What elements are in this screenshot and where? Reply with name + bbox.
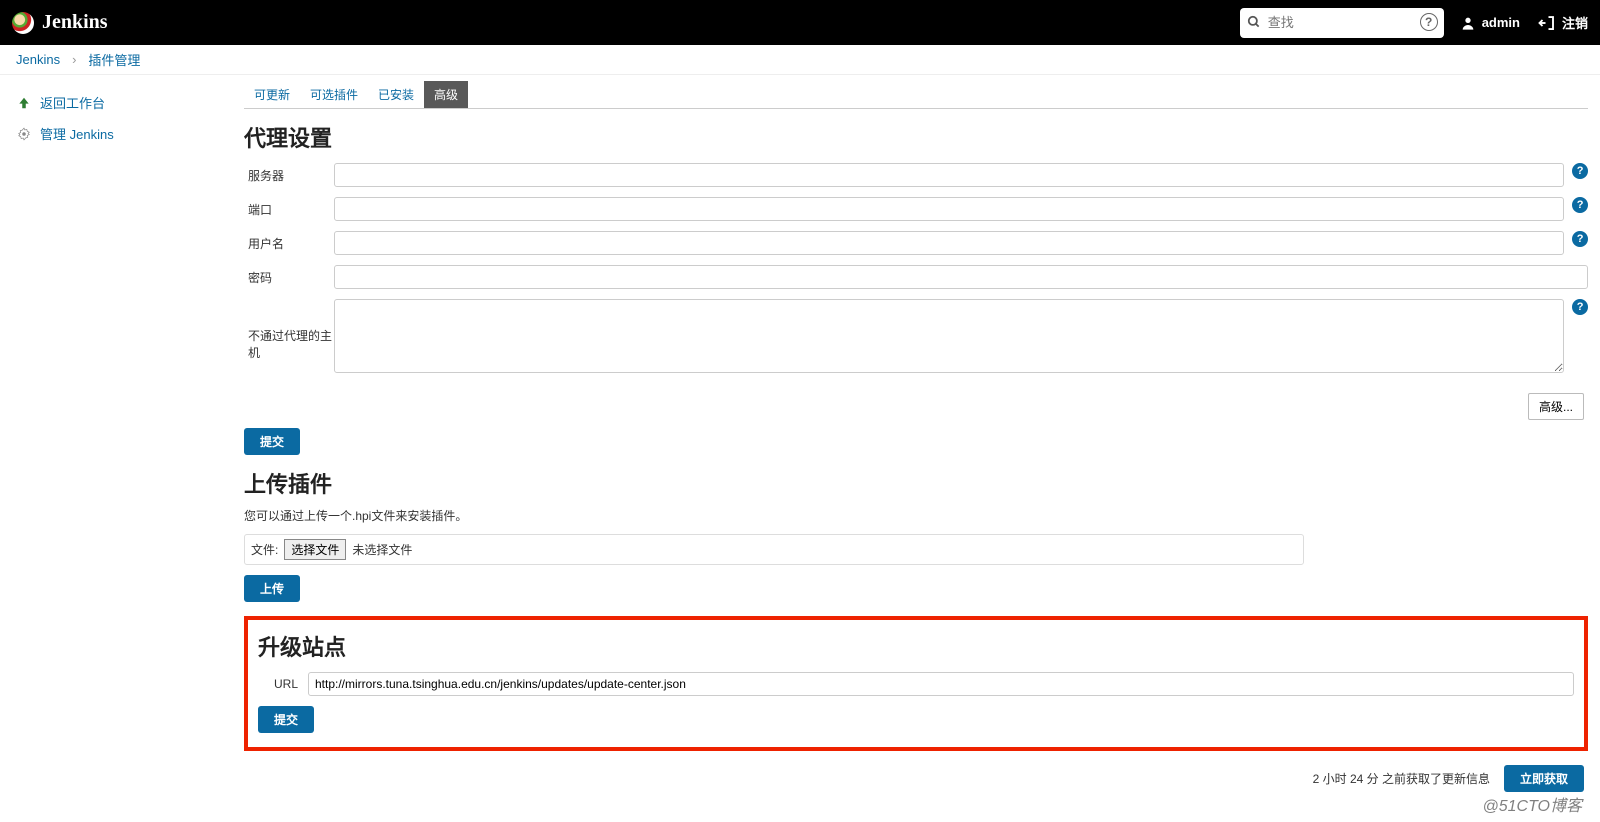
check-now-button[interactable]: 立即获取 bbox=[1504, 765, 1584, 792]
help-icon[interactable]: ? bbox=[1572, 231, 1588, 247]
proxy-section-title: 代理设置 bbox=[244, 121, 1588, 153]
user-icon bbox=[1460, 15, 1476, 31]
logout-label: 注销 bbox=[1562, 13, 1588, 32]
update-site-url-label: URL bbox=[258, 677, 298, 691]
help-icon[interactable]: ? bbox=[1572, 197, 1588, 213]
proxy-user-input[interactable] bbox=[334, 231, 1564, 255]
update-site-submit-button[interactable]: 提交 bbox=[258, 706, 314, 733]
advanced-button[interactable]: 高级... bbox=[1528, 393, 1584, 420]
update-site-url-input[interactable] bbox=[308, 672, 1574, 696]
sidebar-item-back[interactable]: 返回工作台 bbox=[6, 87, 226, 118]
jenkins-logo-icon bbox=[12, 12, 34, 34]
search-input[interactable] bbox=[1240, 8, 1444, 38]
logout-button[interactable]: 注销 bbox=[1538, 13, 1588, 32]
tab-advanced[interactable]: 高级 bbox=[424, 81, 468, 108]
proxy-password-input[interactable] bbox=[334, 265, 1588, 289]
help-icon[interactable]: ? bbox=[1572, 299, 1588, 315]
help-icon[interactable]: ? bbox=[1420, 13, 1438, 31]
app-name: Jenkins bbox=[42, 11, 108, 34]
file-status: 未选择文件 bbox=[352, 541, 412, 558]
update-site-title: 升级站点 bbox=[258, 630, 1574, 662]
plugin-tabs: 可更新 可选插件 已安装 高级 bbox=[244, 81, 1588, 109]
breadcrumb-root[interactable]: Jenkins bbox=[16, 52, 60, 67]
update-status-text: 2 小时 24 分 之前获取了更新信息 bbox=[1313, 770, 1490, 787]
logout-icon bbox=[1538, 14, 1556, 32]
watermark: @51CTO博客 bbox=[1482, 792, 1582, 816]
breadcrumb-page[interactable]: 插件管理 bbox=[88, 50, 140, 69]
gear-icon bbox=[16, 127, 32, 141]
proxy-port-label: 端口 bbox=[244, 201, 334, 218]
proxy-user-label: 用户名 bbox=[244, 235, 334, 252]
search-icon bbox=[1247, 15, 1261, 32]
help-icon[interactable]: ? bbox=[1572, 163, 1588, 179]
choose-file-button[interactable]: 选择文件 bbox=[284, 539, 346, 560]
breadcrumb: Jenkins › 插件管理 bbox=[0, 45, 1600, 75]
arrow-up-icon bbox=[16, 96, 32, 110]
proxy-noproxy-label: 不通过代理的主机 bbox=[244, 299, 334, 361]
logo[interactable]: Jenkins bbox=[12, 11, 108, 34]
proxy-port-input[interactable] bbox=[334, 197, 1564, 221]
user-label: admin bbox=[1482, 15, 1520, 30]
user-menu[interactable]: admin bbox=[1460, 15, 1520, 31]
sidebar: 返回工作台 管理 Jenkins bbox=[0, 75, 232, 822]
update-site-highlight: 升级站点 URL 提交 bbox=[244, 616, 1588, 751]
search-wrap: ? bbox=[1240, 8, 1444, 38]
proxy-server-input[interactable] bbox=[334, 163, 1564, 187]
file-row: 文件: 选择文件 未选择文件 bbox=[244, 534, 1304, 565]
main-content: 可更新 可选插件 已安装 高级 代理设置 服务器 ? 端口 ? 用户名 ? bbox=[232, 75, 1600, 822]
tab-available[interactable]: 可选插件 bbox=[300, 81, 368, 108]
sidebar-item-label: 管理 Jenkins bbox=[40, 124, 114, 143]
tab-installed[interactable]: 已安装 bbox=[368, 81, 424, 108]
update-status-row: 2 小时 24 分 之前获取了更新信息 立即获取 bbox=[244, 765, 1588, 792]
tab-updatable[interactable]: 可更新 bbox=[244, 81, 300, 108]
upload-section-title: 上传插件 bbox=[244, 467, 1588, 499]
file-label: 文件: bbox=[251, 541, 278, 558]
upload-desc: 您可以通过上传一个.hpi文件来安装插件。 bbox=[244, 507, 1588, 524]
proxy-submit-button[interactable]: 提交 bbox=[244, 428, 300, 455]
sidebar-item-label: 返回工作台 bbox=[40, 93, 105, 112]
top-bar: Jenkins ? admin 注销 bbox=[0, 0, 1600, 45]
proxy-server-label: 服务器 bbox=[244, 167, 334, 184]
sidebar-item-manage[interactable]: 管理 Jenkins bbox=[6, 118, 226, 149]
proxy-password-label: 密码 bbox=[244, 269, 334, 286]
proxy-noproxy-textarea[interactable] bbox=[334, 299, 1564, 373]
chevron-right-icon: › bbox=[72, 52, 76, 67]
upload-submit-button[interactable]: 上传 bbox=[244, 575, 300, 602]
